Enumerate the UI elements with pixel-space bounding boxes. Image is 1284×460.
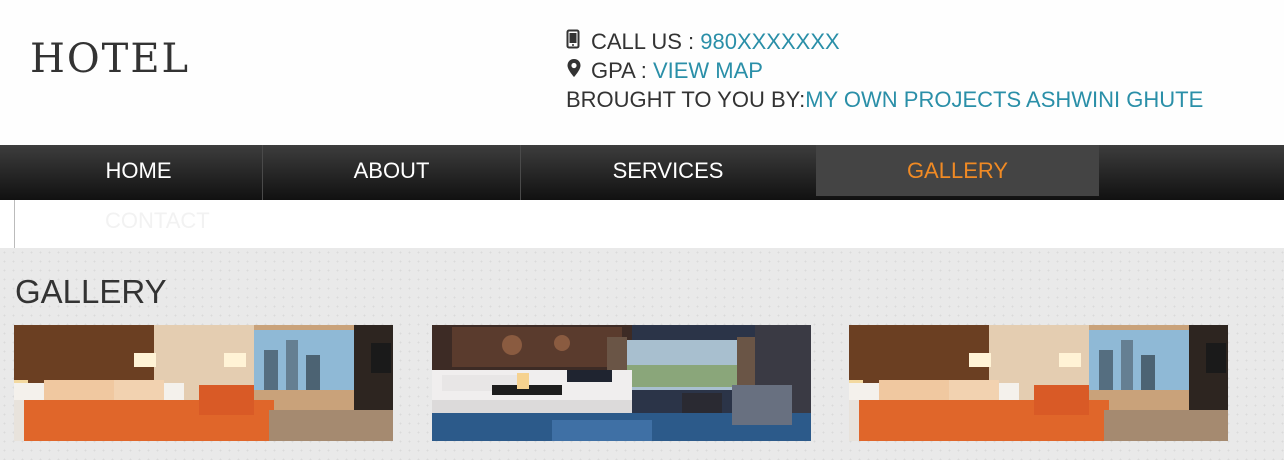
site-header: HOTEL CALL US : 980XXXXXXX GPA : VIEW MA… [0,0,1284,145]
submenu-area: CONTACT [0,200,1284,248]
divider [14,200,15,248]
main-nav: HOME ABOUT SERVICES GALLERY [0,145,1284,200]
nav-gallery[interactable]: GALLERY [816,145,1099,196]
nav-contact-hidden[interactable]: CONTACT [105,208,210,234]
nav-about[interactable]: ABOUT [263,145,520,196]
map-marker-icon [566,56,586,85]
call-label: CALL US : [591,29,695,54]
credit-link[interactable]: MY OWN PROJECTS ASHWINI GHUTE [805,85,1203,114]
brought-label: BROUGHT TO YOU BY: [566,87,806,112]
contact-info: CALL US : 980XXXXXXX GPA : VIEW MAP BROU… [566,27,1203,114]
view-map-link[interactable]: VIEW MAP [653,56,763,85]
gallery-image-1[interactable] [14,325,393,441]
call-row: CALL US : 980XXXXXXX [566,27,1203,56]
gallery-title: GALLERY [15,273,167,310]
gallery-image-2[interactable] [432,325,811,441]
gpa-label: GPA : [591,58,647,83]
call-number-link[interactable]: 980XXXXXXX [700,27,839,56]
gpa-row: GPA : VIEW MAP [566,56,1203,85]
nav-services[interactable]: SERVICES [521,145,815,196]
gallery-section: GALLERY [0,248,1284,460]
nav-home[interactable]: HOME [15,145,262,196]
logo[interactable]: HOTEL [30,36,190,82]
gallery-image-3[interactable] [849,325,1228,441]
phone-icon [566,27,586,56]
credit-row: BROUGHT TO YOU BY: MY OWN PROJECTS ASHWIN… [566,85,1203,114]
